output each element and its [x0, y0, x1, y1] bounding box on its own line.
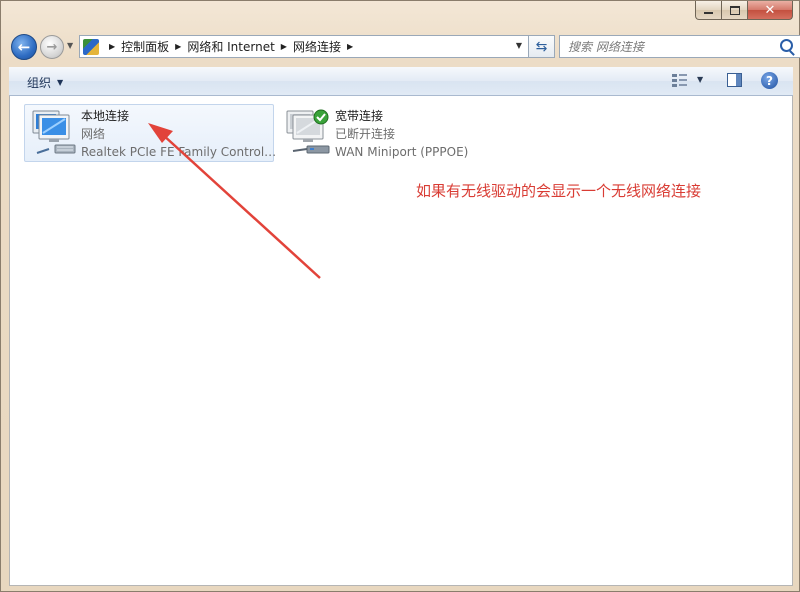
breadcrumb-separator-icon[interactable]: ▶ [347, 42, 353, 51]
network-adapter-icon [32, 110, 76, 154]
breadcrumb-control-panel[interactable]: 控制面板 [121, 38, 169, 55]
change-view-icon[interactable] [672, 73, 688, 89]
search-icon[interactable] [780, 39, 793, 52]
maximize-button[interactable] [722, 1, 748, 20]
address-dropdown-icon[interactable]: ▼ [516, 41, 522, 50]
connection-name: 宽带连接 [335, 109, 384, 123]
broadband-connection-icon [286, 109, 330, 154]
search-box[interactable] [559, 35, 800, 58]
file-list[interactable]: 本地连接 网络 Realtek PCIe FE Family Control… [9, 96, 793, 586]
connection-adapter: WAN Miniport (PPPOE) [335, 145, 469, 159]
organize-button[interactable]: 组织 ▼ [27, 74, 63, 91]
annotation-arrow [148, 123, 321, 279]
minimize-button[interactable] [695, 1, 722, 20]
arrow-right-icon: → [46, 39, 58, 55]
connection-broadband[interactable]: 宽带连接 已断开连接 WAN Miniport (PPPOE) [278, 104, 518, 162]
breadcrumb-separator-icon[interactable]: ▶ [109, 42, 115, 51]
breadcrumb-separator-icon[interactable]: ▶ [175, 42, 181, 51]
close-button[interactable]: ✕ [748, 1, 793, 20]
close-icon: ✕ [764, 2, 776, 18]
connection-info: 本地连接 网络 Realtek PCIe FE Family Control… [81, 107, 276, 161]
chevron-down-icon: ▼ [57, 78, 64, 87]
command-bar: 组织 ▼ ▼ ? [9, 67, 793, 96]
refresh-button[interactable]: ⇆ [529, 35, 555, 58]
recent-pages-dropdown[interactable]: ▼ [67, 41, 73, 50]
view-options-dropdown[interactable]: ▼ [697, 75, 703, 84]
search-input[interactable] [560, 36, 778, 57]
connection-local-area[interactable]: 本地连接 网络 Realtek PCIe FE Family Control… [24, 104, 276, 162]
explorer-window: ✕ ← → ▼ ▶ 控制面板 ▶ 网络和 Internet ▶ 网络连接 ▶ ▼… [0, 0, 800, 592]
connection-adapter: Realtek PCIe FE Family Control… [81, 145, 277, 159]
chevron-down-icon: ▼ [67, 41, 74, 50]
help-icon[interactable]: ? [761, 72, 778, 89]
preview-pane-icon[interactable] [727, 73, 742, 87]
address-bar[interactable]: ▶ 控制面板 ▶ 网络和 Internet ▶ 网络连接 ▶ ▼ [79, 35, 529, 58]
maximize-icon [729, 5, 740, 15]
caption-buttons: ✕ [695, 1, 793, 21]
control-panel-icon [83, 38, 99, 55]
forward-button[interactable]: → [40, 35, 64, 59]
navigation-bar: ← → ▼ ▶ 控制面板 ▶ 网络和 Internet ▶ 网络连接 ▶ ▼ ⇆ [9, 32, 800, 62]
breadcrumb-network-internet[interactable]: 网络和 Internet [187, 38, 274, 55]
breadcrumb-separator-icon[interactable]: ▶ [281, 42, 287, 51]
connection-name: 本地连接 [81, 109, 130, 123]
minimize-icon [704, 12, 713, 14]
connection-status: 已断开连接 [335, 127, 396, 141]
organize-label: 组织 [27, 76, 52, 90]
connection-status: 网络 [81, 127, 106, 141]
arrow-left-icon: ← [17, 38, 31, 56]
refresh-icon: ⇆ [535, 38, 548, 55]
breadcrumb-network-connections[interactable]: 网络连接 [293, 38, 341, 55]
connection-info: 宽带连接 已断开连接 WAN Miniport (PPPOE) [335, 107, 468, 161]
back-button[interactable]: ← [11, 34, 37, 60]
annotation-text: 如果有无线驱动的会显示一个无线网络连接 [416, 182, 702, 200]
